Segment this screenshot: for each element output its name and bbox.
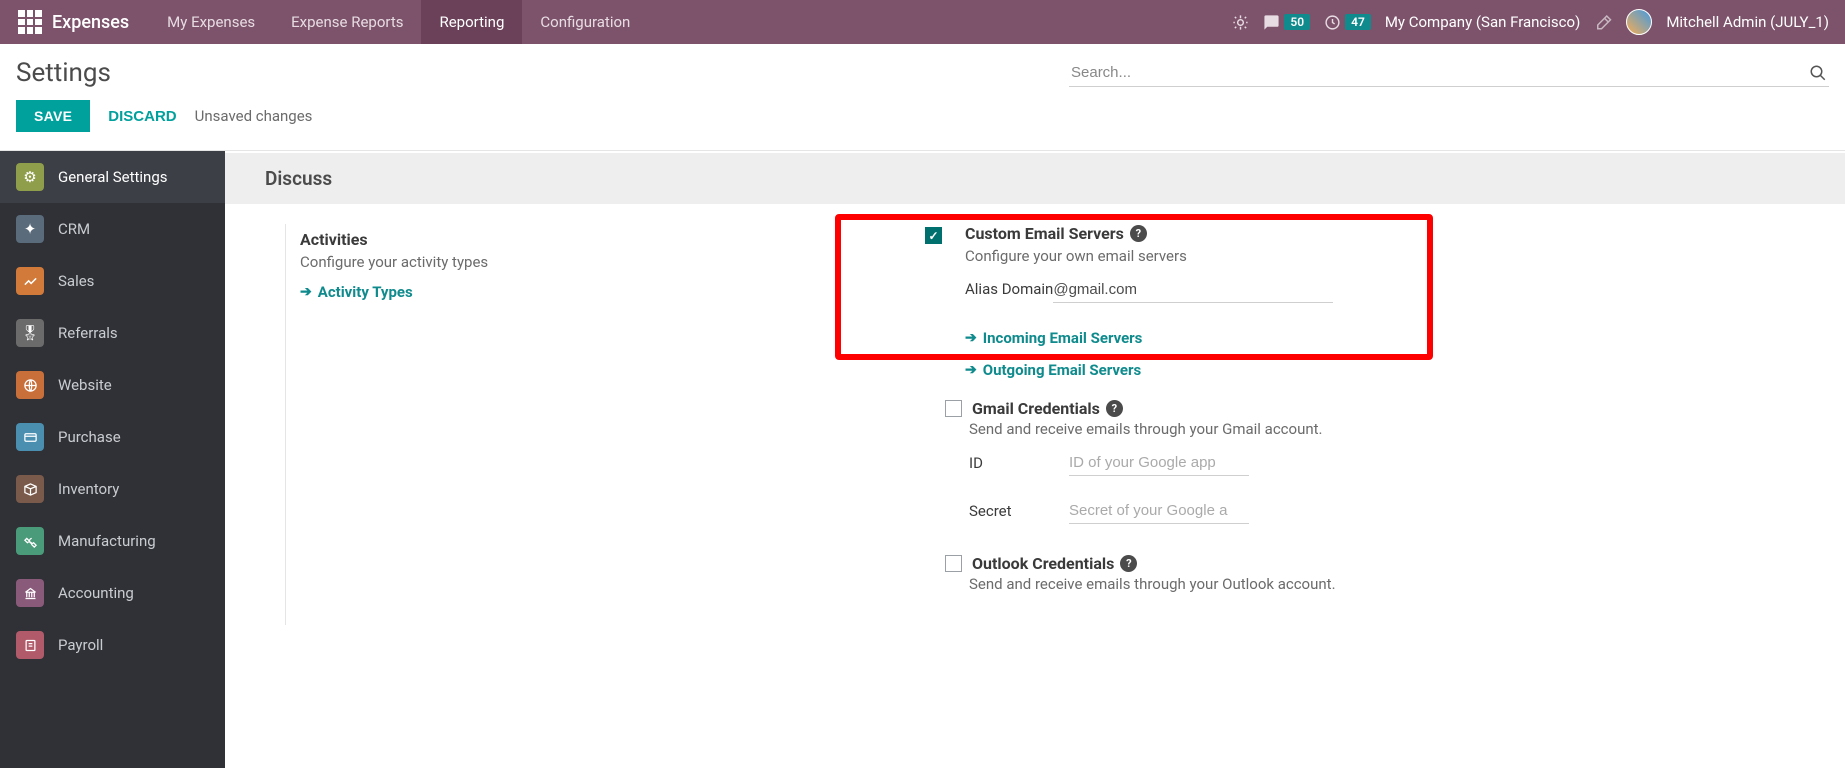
activities-desc: Configure your activity types [300, 253, 885, 271]
custom-email-servers-title: Custom Email Servers ? [965, 224, 1845, 243]
unsaved-indicator: Unsaved changes [195, 107, 313, 125]
help-icon[interactable]: ? [1120, 555, 1137, 572]
page-title: Settings [16, 58, 111, 88]
topbar: Expenses My Expenses Expense Reports Rep… [0, 0, 1845, 44]
sidebar-item-inventory[interactable]: Inventory [0, 463, 225, 515]
sidebar-item-general-settings[interactable]: ⚙ General Settings [0, 151, 225, 203]
activities-title: Activities [300, 230, 885, 249]
activities-block: Activities Configure your activity types… [300, 224, 885, 313]
chart-icon [16, 267, 44, 295]
sidebar-item-sales[interactable]: Sales [0, 255, 225, 307]
gmail-secret-input[interactable] [1069, 498, 1249, 524]
help-icon[interactable]: ? [1106, 400, 1123, 417]
medal-icon: 🎖 [16, 319, 44, 347]
card-icon [16, 423, 44, 451]
bank-icon [16, 579, 44, 607]
gmail-id-input[interactable] [1069, 450, 1249, 476]
arrow-right-icon: ➔ [965, 362, 977, 378]
alias-domain-label: Alias Domain [965, 280, 1053, 298]
sidebar-item-crm[interactable]: ✦ CRM [0, 203, 225, 255]
sidebar-item-website[interactable]: Website [0, 359, 225, 411]
settings-content: Discuss Activities Configure your activi… [225, 151, 1845, 768]
discard-button[interactable]: DISCARD [108, 108, 176, 125]
sidebar-item-label: Manufacturing [58, 532, 156, 550]
wrench-icon [16, 527, 44, 555]
sidebar-item-payroll[interactable]: Payroll [0, 619, 225, 671]
outlook-credentials-block: Outlook Credentials ? Send and receive e… [925, 554, 1845, 605]
outlook-credentials-checkbox[interactable] [945, 555, 962, 572]
sidebar-item-label: CRM [58, 220, 90, 238]
messages-indicator[interactable]: 50 [1263, 14, 1310, 31]
top-nav: My Expenses Expense Reports Reporting Co… [149, 0, 648, 44]
main-area: ⚙ General Settings ✦ CRM Sales 🎖 Referra… [0, 151, 1845, 768]
incoming-email-servers-link[interactable]: ➔ Incoming Email Servers [965, 329, 1845, 347]
globe-icon [16, 371, 44, 399]
gmail-credentials-checkbox[interactable] [945, 400, 962, 417]
gmail-id-label: ID [969, 454, 1069, 472]
custom-email-servers-desc: Configure your own email servers [965, 247, 1845, 265]
search-bar[interactable] [1069, 60, 1829, 87]
messages-badge: 50 [1284, 14, 1310, 30]
user-menu[interactable]: Mitchell Admin (JULY_1) [1666, 13, 1829, 31]
gmail-credentials-title: Gmail Credentials ? [972, 399, 1123, 418]
help-icon[interactable]: ? [1130, 225, 1147, 242]
action-row: SAVE DISCARD Unsaved changes [0, 94, 1845, 151]
section-discuss-body: Activities Configure your activity types… [225, 204, 1845, 665]
sidebar-item-label: Website [58, 376, 112, 394]
crm-icon: ✦ [16, 215, 44, 243]
arrow-right-icon: ➔ [300, 284, 312, 300]
sidebar-item-label: Payroll [58, 636, 103, 654]
search-icon[interactable] [1809, 64, 1827, 82]
payroll-icon [16, 631, 44, 659]
outlook-credentials-desc: Send and receive emails through your Out… [969, 575, 1845, 593]
section-discuss-header: Discuss [225, 153, 1845, 204]
gear-icon: ⚙ [16, 163, 44, 191]
activity-types-link[interactable]: ➔ Activity Types [300, 283, 885, 301]
right-column: Custom Email Servers ? Configure your ow… [885, 224, 1845, 625]
custom-email-servers-checkbox[interactable] [925, 227, 942, 244]
nav-configuration[interactable]: Configuration [522, 0, 648, 44]
custom-email-servers-block: Custom Email Servers ? Configure your ow… [925, 224, 1845, 379]
bug-icon[interactable] [1232, 14, 1249, 31]
app-brand[interactable]: Expenses [52, 12, 129, 33]
arrow-right-icon: ➔ [965, 330, 977, 346]
activities-indicator[interactable]: 47 [1324, 14, 1371, 31]
outlook-credentials-title: Outlook Credentials ? [972, 554, 1137, 573]
gmail-credentials-block: Gmail Credentials ? Send and receive ema… [925, 399, 1845, 534]
apps-menu-icon[interactable] [18, 10, 42, 34]
gmail-credentials-desc: Send and receive emails through your Gma… [969, 420, 1845, 438]
activities-badge: 47 [1345, 14, 1371, 30]
sidebar-item-label: Purchase [58, 428, 121, 446]
topbar-right: 50 47 My Company (San Francisco) Mitchel… [1232, 9, 1837, 35]
box-icon [16, 475, 44, 503]
nav-expense-reports[interactable]: Expense Reports [273, 0, 421, 44]
sidebar-item-accounting[interactable]: Accounting [0, 567, 225, 619]
tools-icon[interactable] [1594, 13, 1612, 31]
outgoing-email-servers-link[interactable]: ➔ Outgoing Email Servers [965, 361, 1845, 379]
nav-reporting[interactable]: Reporting [421, 0, 522, 44]
avatar[interactable] [1626, 9, 1652, 35]
left-column: Activities Configure your activity types… [285, 224, 885, 625]
sidebar-item-purchase[interactable]: Purchase [0, 411, 225, 463]
nav-my-expenses[interactable]: My Expenses [149, 0, 273, 44]
save-button[interactable]: SAVE [16, 100, 90, 132]
sidebar-item-label: Inventory [58, 480, 119, 498]
sidebar-item-manufacturing[interactable]: Manufacturing [0, 515, 225, 567]
search-input[interactable] [1071, 64, 1809, 81]
sidebar-item-label: Accounting [58, 584, 134, 602]
header-row: Settings [0, 44, 1845, 94]
sidebar-item-label: General Settings [58, 168, 168, 186]
alias-domain-input[interactable] [1053, 277, 1333, 303]
sidebar-item-referrals[interactable]: 🎖 Referrals [0, 307, 225, 359]
sidebar-item-label: Sales [58, 272, 94, 290]
company-selector[interactable]: My Company (San Francisco) [1385, 13, 1580, 31]
sidebar-item-label: Referrals [58, 324, 118, 342]
gmail-secret-label: Secret [969, 502, 1069, 520]
settings-sidebar: ⚙ General Settings ✦ CRM Sales 🎖 Referra… [0, 151, 225, 768]
